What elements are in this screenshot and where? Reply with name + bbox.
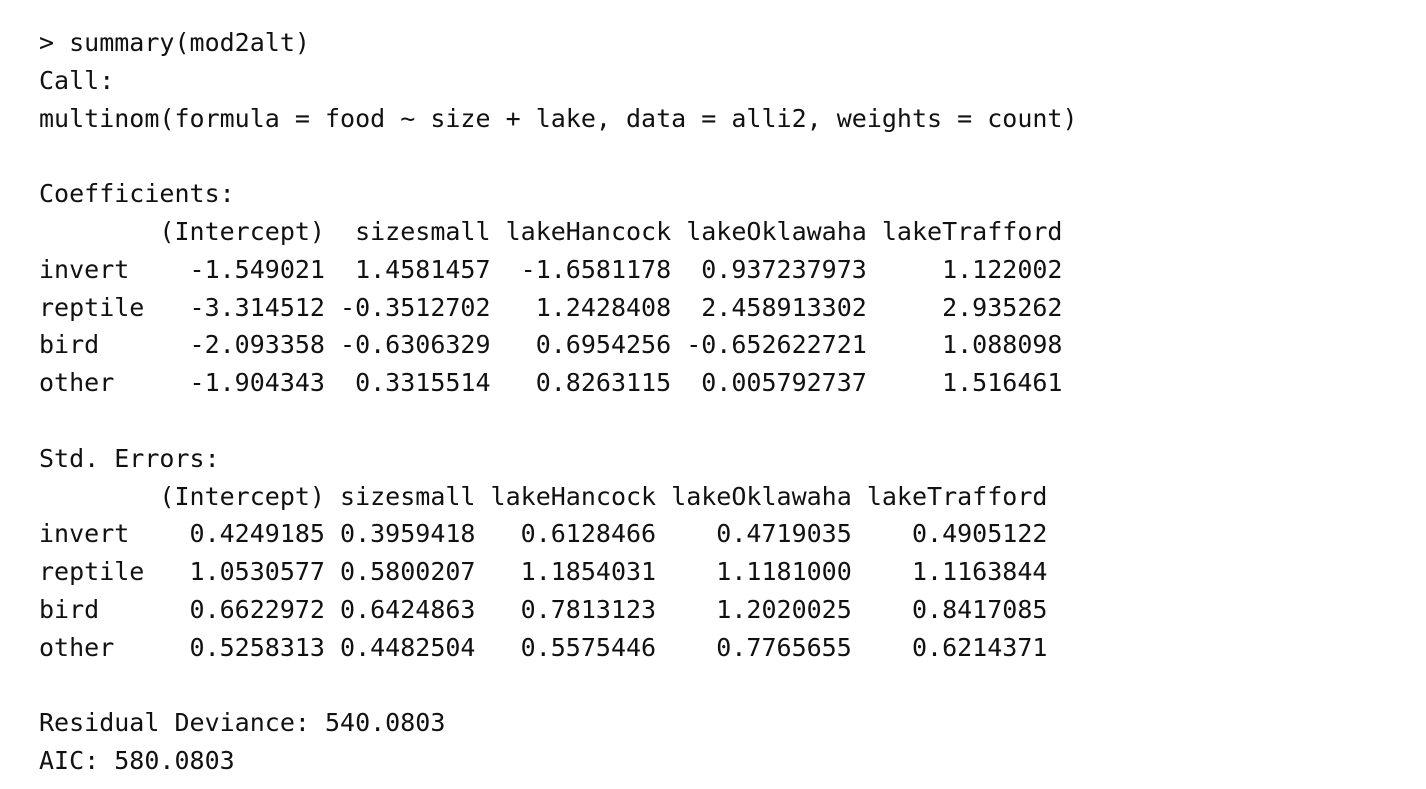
call-heading: Call: (39, 65, 115, 95)
coefficients-row-other: other -1.904343 0.3315514 0.8263115 0.00… (39, 368, 1063, 398)
std-errors-row-reptile: reptile 1.0530577 0.5800207 1.1854031 1.… (39, 557, 1048, 587)
residual-deviance: Residual Deviance: 540.0803 (39, 708, 446, 738)
coefficients-row-invert: invert -1.549021 1.4581457 -1.6581178 0.… (39, 254, 1063, 284)
console-output: > summary(mod2alt) Call: multinom(formula … (39, 24, 1078, 780)
coefficients-row-bird: bird -2.093358 -0.6306329 0.6954256 -0.6… (39, 330, 1063, 360)
aic-value: AIC: 580.0803 (39, 746, 235, 776)
std-errors-heading: Std. Errors: (39, 443, 220, 473)
std-errors-row-other: other 0.5258313 0.4482504 0.5575446 0.77… (39, 632, 1048, 662)
coefficients-header-row: (Intercept) sizesmall lakeHancock lakeOk… (39, 216, 1063, 246)
command-line: > summary(mod2alt) (39, 28, 310, 57)
std-errors-header-row: (Intercept) sizesmall lakeHancock lakeOk… (39, 481, 1048, 511)
coefficients-row-reptile: reptile -3.314512 -0.3512702 1.2428408 2… (39, 292, 1063, 322)
coefficients-heading: Coefficients: (39, 179, 235, 209)
std-errors-row-invert: invert 0.4249185 0.3959418 0.6128466 0.4… (39, 519, 1048, 549)
std-errors-row-bird: bird 0.6622972 0.6424863 0.7813123 1.202… (39, 594, 1048, 624)
call-formula: multinom(formula = food ~ size + lake, d… (39, 103, 1078, 133)
